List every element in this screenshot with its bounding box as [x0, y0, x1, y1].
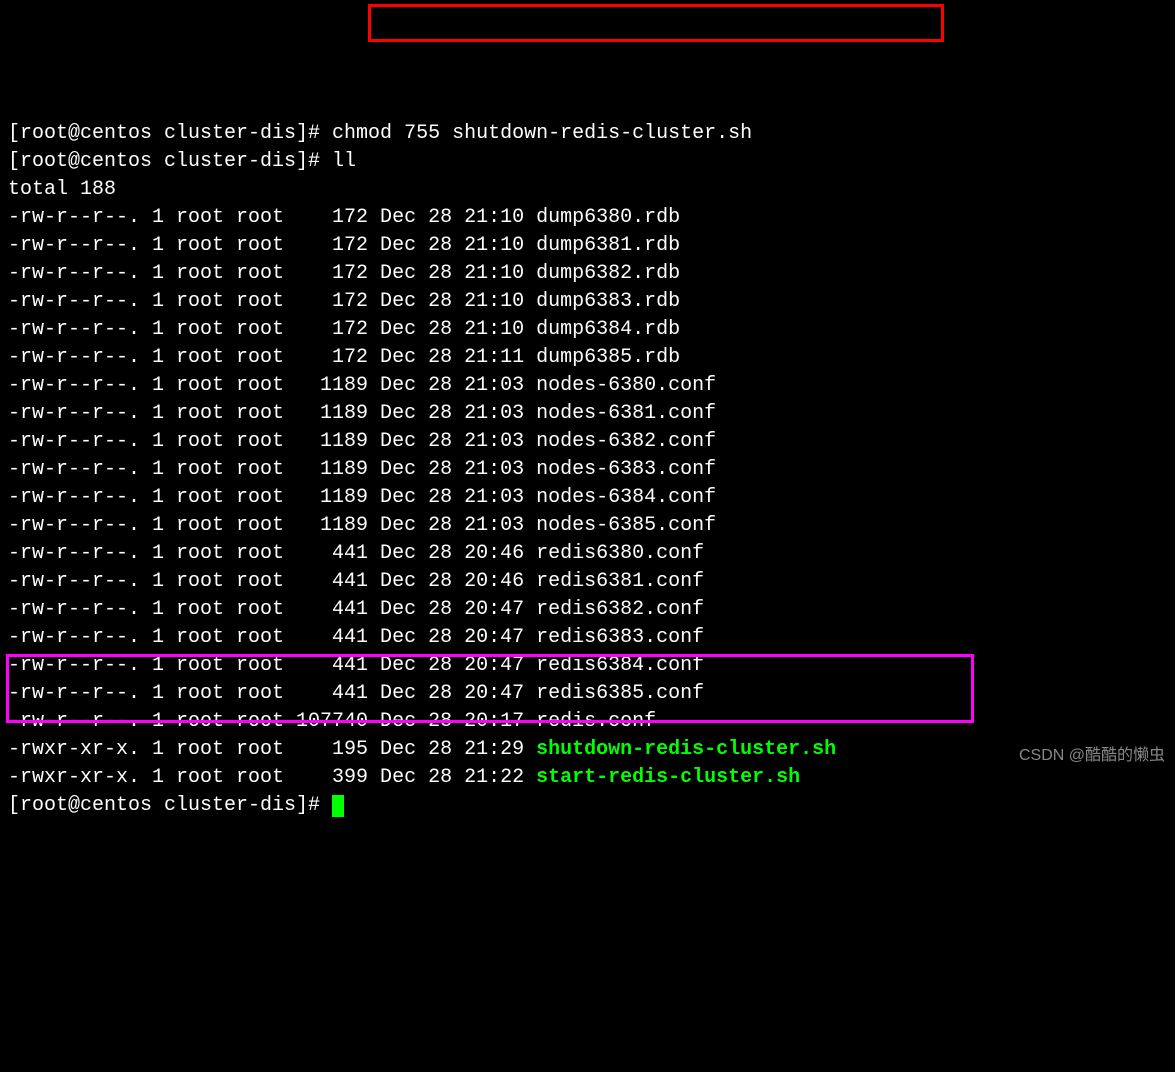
command-line-1: [root@centos cluster-dis]# chmod 755 shu…: [8, 120, 1167, 148]
list-row: -rw-r--r--. 1 root root 172 Dec 28 21:10…: [8, 232, 1167, 260]
total-line: total 188: [8, 176, 1167, 204]
filename: nodes-6385.conf: [536, 514, 716, 537]
filename: redis6384.conf: [536, 654, 704, 677]
filename: redis6380.conf: [536, 542, 704, 565]
list-row: -rw-r--r--. 1 root root 1189 Dec 28 21:0…: [8, 428, 1167, 456]
list-row: -rw-r--r--. 1 root root 172 Dec 28 21:10…: [8, 260, 1167, 288]
list-row: -rw-r--r--. 1 root root 1189 Dec 28 21:0…: [8, 456, 1167, 484]
command-line-2: [root@centos cluster-dis]# ll: [8, 148, 1167, 176]
filename: dump6380.rdb: [536, 206, 680, 229]
list-row: -rw-r--r--. 1 root root 441 Dec 28 20:47…: [8, 652, 1167, 680]
list-row: -rw-r--r--. 1 root root 441 Dec 28 20:46…: [8, 540, 1167, 568]
list-row: -rw-r--r--. 1 root root 441 Dec 28 20:47…: [8, 624, 1167, 652]
filename: dump6385.rdb: [536, 346, 680, 369]
list-row: -rwxr-xr-x. 1 root root 399 Dec 28 21:22…: [8, 764, 1167, 792]
filename: dump6383.rdb: [536, 290, 680, 313]
filename: dump6384.rdb: [536, 318, 680, 341]
list-row: -rw-r--r--. 1 root root 107740 Dec 28 20…: [8, 708, 1167, 736]
list-row: -rw-r--r--. 1 root root 441 Dec 28 20:47…: [8, 596, 1167, 624]
filename: redis6381.conf: [536, 570, 704, 593]
list-row: -rw-r--r--. 1 root root 1189 Dec 28 21:0…: [8, 372, 1167, 400]
highlight-red-box: [368, 4, 944, 42]
list-row: -rw-r--r--. 1 root root 172 Dec 28 21:10…: [8, 288, 1167, 316]
filename: nodes-6381.conf: [536, 402, 716, 425]
list-row: -rw-r--r--. 1 root root 441 Dec 28 20:47…: [8, 680, 1167, 708]
filename: dump6381.rdb: [536, 234, 680, 257]
terminal-output[interactable]: [root@centos cluster-dis]# chmod 755 shu…: [8, 120, 1167, 820]
list-row: -rw-r--r--. 1 root root 172 Dec 28 21:11…: [8, 344, 1167, 372]
filename-exec: shutdown-redis-cluster.sh: [536, 738, 836, 761]
prompt-line[interactable]: [root@centos cluster-dis]#: [8, 792, 1167, 820]
filename: nodes-6383.conf: [536, 458, 716, 481]
watermark-text: CSDN @酷酷的懒虫: [1019, 745, 1165, 767]
list-row: -rwxr-xr-x. 1 root root 195 Dec 28 21:29…: [8, 736, 1167, 764]
filename: dump6382.rdb: [536, 262, 680, 285]
list-row: -rw-r--r--. 1 root root 441 Dec 28 20:46…: [8, 568, 1167, 596]
filename-exec: start-redis-cluster.sh: [536, 766, 800, 789]
filename: redis6382.conf: [536, 598, 704, 621]
filename: redis.conf: [536, 710, 656, 733]
cursor: [332, 795, 344, 817]
list-row: -rw-r--r--. 1 root root 1189 Dec 28 21:0…: [8, 484, 1167, 512]
filename: redis6383.conf: [536, 626, 704, 649]
filename: nodes-6382.conf: [536, 430, 716, 453]
filename: redis6385.conf: [536, 682, 704, 705]
list-row: -rw-r--r--. 1 root root 1189 Dec 28 21:0…: [8, 400, 1167, 428]
list-row: -rw-r--r--. 1 root root 172 Dec 28 21:10…: [8, 316, 1167, 344]
filename: nodes-6384.conf: [536, 486, 716, 509]
list-row: -rw-r--r--. 1 root root 1189 Dec 28 21:0…: [8, 512, 1167, 540]
list-row: -rw-r--r--. 1 root root 172 Dec 28 21:10…: [8, 204, 1167, 232]
filename: nodes-6380.conf: [536, 374, 716, 397]
